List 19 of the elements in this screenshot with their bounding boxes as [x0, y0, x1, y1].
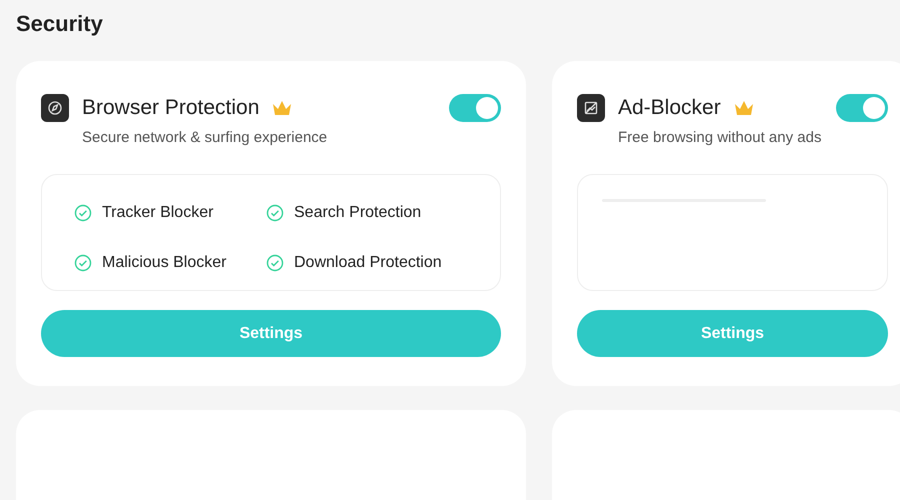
image-slash-icon [577, 94, 605, 122]
check-circle-icon [266, 204, 284, 222]
settings-button[interactable]: Settings [41, 310, 501, 357]
toggle-switch[interactable] [836, 94, 888, 122]
card-title: Browser Protection [82, 95, 260, 121]
compass-icon [41, 94, 69, 122]
feature-label: Search Protection [294, 203, 422, 223]
card-subtitle: Secure network & surfing experience [82, 128, 328, 148]
card-subtitle: Free browsing without any ads [618, 128, 822, 148]
section-title: Security [15, 10, 104, 38]
check-circle-icon [74, 254, 92, 272]
feature-label: Download Protection [294, 253, 442, 273]
toggle-switch[interactable] [449, 94, 501, 122]
check-circle-icon [74, 204, 92, 222]
feature-label: Tracker Blocker [102, 203, 214, 223]
settings-button[interactable]: Settings [577, 310, 888, 357]
feature-label: Malicious Blocker [102, 253, 226, 273]
card-title: Ad-Blocker [618, 95, 721, 121]
check-circle-icon [266, 254, 284, 272]
